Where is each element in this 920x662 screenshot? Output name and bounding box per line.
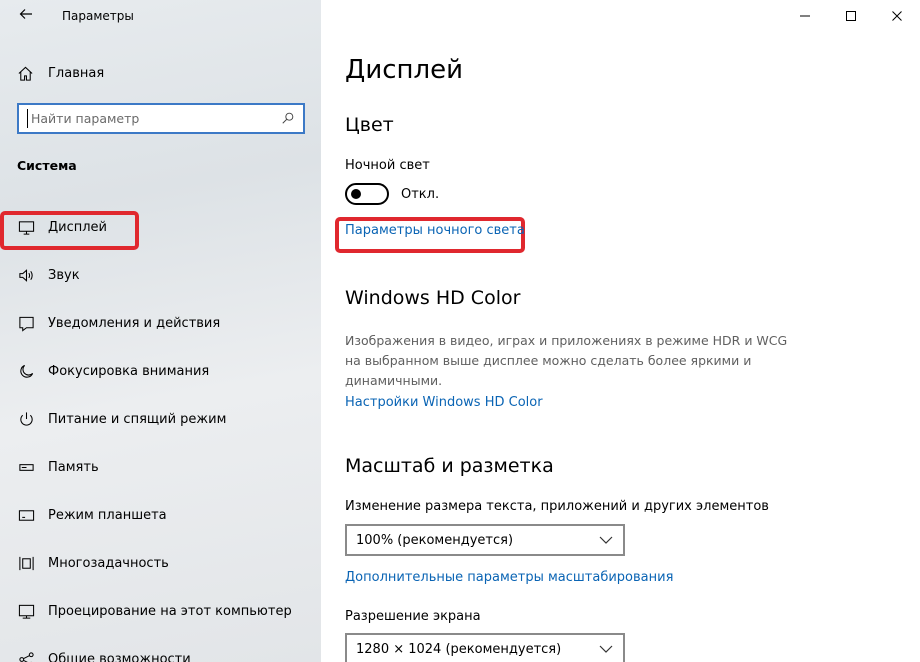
resolution-dropdown-value: 1280 × 1024 (рекомендуется) xyxy=(356,641,562,657)
sidebar-item-label: Общие возможности xyxy=(48,651,191,662)
resolution-label: Разрешение экрана xyxy=(345,609,481,624)
night-light-settings-link[interactable]: Параметры ночного света xyxy=(345,223,525,238)
sidebar-item-label: Фокусировка внимания xyxy=(48,363,210,379)
sidebar-item-projection[interactable]: Проецирование на этот компьютер xyxy=(0,587,321,635)
nav-home[interactable]: Главная xyxy=(16,60,316,86)
night-light-label: Ночной свет xyxy=(345,158,430,173)
chevron-down-icon xyxy=(599,536,613,544)
sidebar-item-tablet-mode[interactable]: Режим планшета xyxy=(0,491,321,539)
scale-heading: Масштаб и разметка xyxy=(345,455,554,477)
moon-icon xyxy=(17,362,35,380)
sidebar-item-label: Многозадачность xyxy=(48,555,169,571)
sidebar-item-multitasking[interactable]: Многозадачность xyxy=(0,539,321,587)
sidebar-item-notifications[interactable]: Уведомления и действия xyxy=(0,299,321,347)
sidebar-item-power[interactable]: Питание и спящий режим xyxy=(0,395,321,443)
search-box[interactable] xyxy=(17,103,305,134)
toggle-knob xyxy=(351,189,361,199)
sidebar-item-sound[interactable]: Звук xyxy=(0,251,321,299)
sidebar: Параметры Главная Система Дисплей Звук xyxy=(0,0,321,662)
app-title: Параметры xyxy=(62,9,134,23)
sidebar-item-label: Звук xyxy=(48,267,80,283)
back-button[interactable] xyxy=(16,6,36,26)
shared-icon xyxy=(17,650,35,662)
hd-color-heading: Windows HD Color xyxy=(345,287,521,309)
nav-home-label: Главная xyxy=(48,65,105,81)
speaker-icon xyxy=(17,266,35,284)
sidebar-item-storage[interactable]: Память xyxy=(0,443,321,491)
main-content: Дисплей Цвет Ночной свет Откл. Параметры… xyxy=(335,0,905,662)
chevron-down-icon xyxy=(599,645,613,653)
scale-dropdown-value: 100% (рекомендуется) xyxy=(356,532,514,548)
night-light-toggle[interactable] xyxy=(345,183,389,205)
nav-list: Дисплей Звук Уведомления и действия Фоку… xyxy=(0,203,321,662)
notification-icon xyxy=(17,314,35,332)
night-light-state: Откл. xyxy=(401,187,440,202)
sidebar-item-label: Проецирование на этот компьютер xyxy=(48,603,292,619)
sidebar-item-label: Уведомления и действия xyxy=(48,315,221,331)
sidebar-item-label: Режим планшета xyxy=(48,507,167,523)
page-title: Дисплей xyxy=(345,55,464,85)
advanced-scaling-link[interactable]: Дополнительные параметры масштабирования xyxy=(345,570,673,585)
search-icon[interactable] xyxy=(281,110,297,126)
power-icon xyxy=(17,410,35,428)
home-icon xyxy=(16,64,34,82)
sidebar-item-shared-experiences[interactable]: Общие возможности xyxy=(0,635,321,662)
tablet-icon xyxy=(17,506,35,524)
sidebar-item-focus-assist[interactable]: Фокусировка внимания xyxy=(0,347,321,395)
search-input[interactable] xyxy=(27,109,267,128)
sidebar-item-display[interactable]: Дисплей xyxy=(0,203,321,251)
sidebar-item-label: Питание и спящий режим xyxy=(48,411,227,427)
color-heading: Цвет xyxy=(345,114,394,136)
hd-color-settings-link[interactable]: Настройки Windows HD Color xyxy=(345,395,543,410)
arrow-left-icon xyxy=(19,9,32,19)
sidebar-item-label: Дисплей xyxy=(48,219,108,235)
section-title: Система xyxy=(17,158,77,173)
multitask-icon xyxy=(17,554,35,572)
scale-label: Изменение размера текста, приложений и д… xyxy=(345,499,769,514)
resolution-dropdown[interactable]: 1280 × 1024 (рекомендуется) xyxy=(345,633,625,662)
monitor-icon xyxy=(17,218,35,236)
hd-color-description: Изображения в видео, играх и приложениях… xyxy=(345,333,788,388)
scale-dropdown[interactable]: 100% (рекомендуется) xyxy=(345,524,625,556)
projection-icon xyxy=(17,602,35,620)
sidebar-item-label: Память xyxy=(48,459,99,475)
storage-icon xyxy=(17,458,35,476)
